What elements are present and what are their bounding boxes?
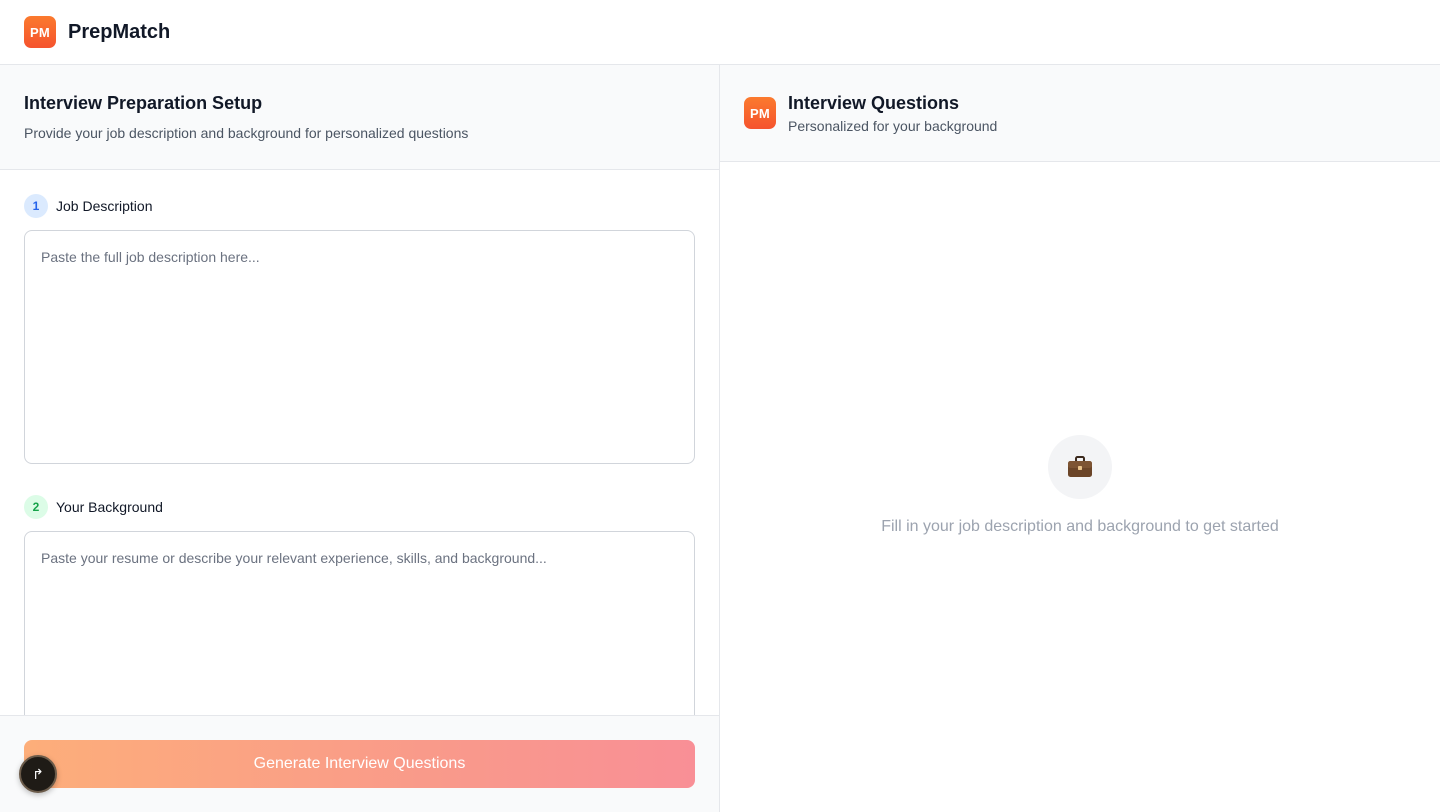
cursor-icon: ↱ <box>32 765 44 782</box>
step-number-badge: 2 <box>24 495 48 519</box>
app-logo[interactable]: PM <box>24 16 56 48</box>
logo-text: PM <box>750 105 770 121</box>
setup-panel: Interview Preparation Setup Provide your… <box>0 65 720 812</box>
questions-title: Interview Questions <box>788 93 960 113</box>
questions-panel: PM Interview Questions Personalized for … <box>720 65 1440 812</box>
empty-state: Fill in your job description and backgro… <box>720 435 1440 536</box>
top-header: PM PrepMatch <box>0 0 1440 65</box>
setup-form: 1 Job Description 2 Your Background <box>0 170 719 771</box>
setup-header: Interview Preparation Setup Provide your… <box>0 65 719 170</box>
step-label: Job Description <box>56 198 153 214</box>
logo-text: PM <box>30 24 50 40</box>
questions-header-text: Interview Questions Personalized for you… <box>788 92 997 134</box>
briefcase-icon-graphic <box>1068 456 1092 477</box>
questions-logo: PM <box>744 97 776 129</box>
step-job-description: 1 Job Description <box>24 194 695 218</box>
questions-header: PM Interview Questions Personalized for … <box>720 65 1440 162</box>
step-label: Your Background <box>56 499 163 515</box>
setup-subtitle: Provide your job description and backgro… <box>24 125 469 141</box>
generate-questions-button[interactable]: Generate Interview Questions <box>24 740 695 788</box>
setup-title: Interview Preparation Setup <box>24 93 263 113</box>
job-description-input[interactable] <box>24 230 695 464</box>
step-number-badge: 1 <box>24 194 48 218</box>
setup-footer: Generate Interview Questions <box>0 715 719 812</box>
briefcase-icon <box>1048 435 1112 499</box>
empty-state-message: Fill in your job description and backgro… <box>881 518 1279 535</box>
floating-assistant-button[interactable]: ↱ <box>19 755 57 793</box>
step-background: 2 Your Background <box>24 495 695 519</box>
questions-subtitle: Personalized for your background <box>788 118 998 134</box>
app-name: PrepMatch <box>68 20 171 43</box>
